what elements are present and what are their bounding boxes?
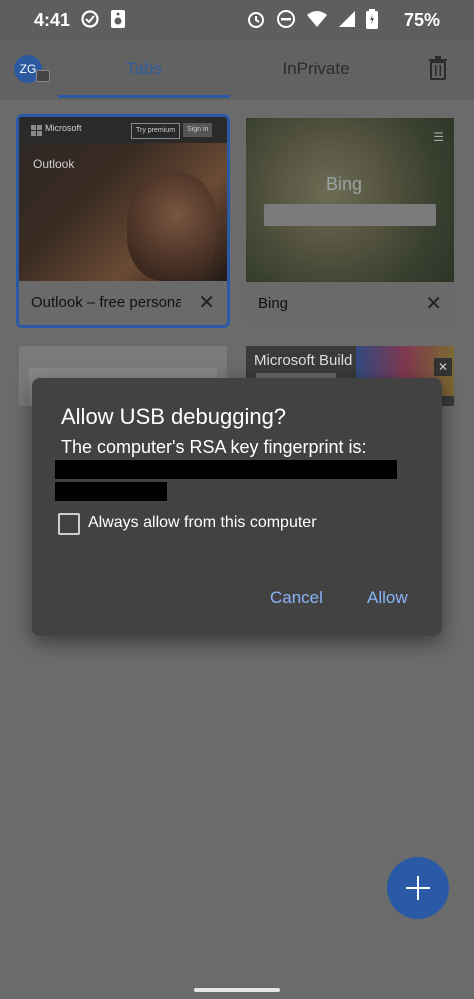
thumbnail-signin-button: Sign in	[183, 123, 213, 137]
microsoft-logo-icon	[31, 125, 42, 136]
thumbnail-heading: Outlook	[33, 157, 75, 171]
close-icon[interactable]: ✕	[434, 358, 452, 376]
battery-icon	[366, 9, 378, 29]
alarm-icon	[248, 12, 264, 28]
data-saver-icon	[81, 10, 99, 28]
tab-title: Bing	[258, 295, 289, 312]
tab-title: Outlook – free personal	[31, 294, 181, 311]
tab-inprivate[interactable]: InPrivate	[240, 40, 392, 100]
usb-debugging-dialog: Allow USB debugging? The computer's RSA …	[32, 378, 442, 636]
thumbnail-heading: Microsoft Build	[254, 352, 353, 369]
tab-card-outlook[interactable]: Microsoft Try premium Sign in Outlook Ou…	[16, 114, 230, 328]
do-not-disturb-icon	[277, 10, 295, 28]
battery-percentage: 75%	[403, 10, 440, 30]
gesture-nav-handle[interactable]	[194, 988, 280, 992]
selected-tab-indicator	[58, 95, 230, 98]
status-bar: 4:41 75%	[0, 0, 474, 40]
plus-icon	[406, 876, 430, 900]
tab-tabs[interactable]: Tabs	[58, 40, 230, 100]
new-tab-button[interactable]	[387, 857, 449, 919]
signal-icon	[339, 11, 355, 27]
tab-switcher-header: ZG Tabs InPrivate	[0, 40, 474, 100]
status-time: 4:41	[34, 10, 71, 30]
dialog-title: Allow USB debugging?	[61, 404, 287, 429]
tab-thumbnail: Microsoft Try premium Sign in Outlook	[19, 117, 227, 281]
always-allow-checkbox[interactable]	[58, 513, 80, 535]
work-profile-badge-icon	[36, 70, 50, 82]
tab-thumbnail: ☰ Bing	[246, 118, 454, 282]
bing-logo: Bing	[326, 174, 363, 194]
close-icon[interactable]: ✕	[425, 291, 442, 316]
close-icon[interactable]: ✕	[198, 290, 215, 315]
menu-icon: ☰	[433, 130, 444, 144]
tab-card-bing[interactable]: ☰ Bing Bing ✕	[246, 118, 454, 326]
trash-icon[interactable]	[428, 56, 448, 80]
always-allow-label[interactable]: Always allow from this computer	[88, 514, 317, 532]
tab-card-footer: Outlook – free personal ✕	[19, 281, 227, 325]
tab-card-footer: Bing ✕	[246, 282, 454, 326]
dialog-message: The computer's RSA key fingerprint is:	[61, 437, 367, 457]
thumbnail-brand: Microsoft	[45, 123, 82, 133]
redacted-fingerprint-line	[55, 460, 397, 479]
thumbnail-try-button: Try premium	[131, 123, 181, 139]
speaker-icon	[111, 10, 125, 28]
allow-button[interactable]: Allow	[367, 588, 408, 608]
redacted-fingerprint-line	[55, 482, 167, 501]
cancel-button[interactable]: Cancel	[270, 588, 323, 608]
thumbnail-header: Microsoft Try premium Sign in	[19, 117, 227, 143]
thumbnail-search-box	[264, 204, 436, 226]
thumbnail-photo	[127, 171, 217, 281]
wifi-icon	[307, 11, 327, 27]
